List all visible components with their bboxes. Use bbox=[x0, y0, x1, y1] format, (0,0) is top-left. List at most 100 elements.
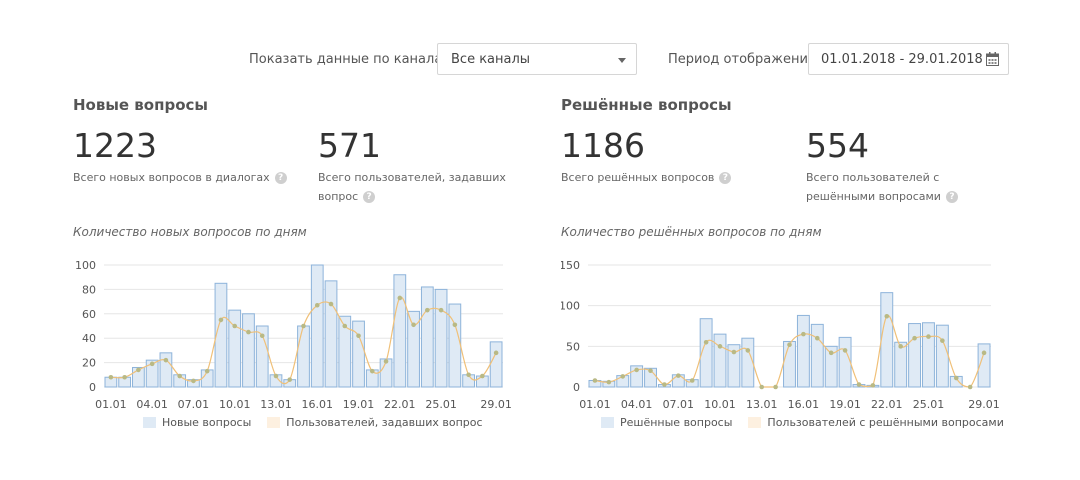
line-point bbox=[731, 349, 737, 355]
stat-value: 1186 bbox=[561, 126, 645, 165]
stat-value: 1223 bbox=[73, 126, 157, 165]
line-point bbox=[940, 338, 945, 343]
line-point bbox=[273, 373, 279, 379]
legend-swatch-bar bbox=[143, 417, 156, 428]
help-icon[interactable]: ? bbox=[719, 172, 732, 184]
bar bbox=[922, 322, 935, 388]
x-tick-label: 29.01 bbox=[968, 398, 1000, 411]
line-point bbox=[620, 374, 626, 379]
legend-label: Пользователей с решёнными вопросами bbox=[767, 416, 1004, 429]
bar bbox=[324, 280, 338, 388]
calendar-icon[interactable] bbox=[986, 52, 999, 66]
period-date-input[interactable]: 01.01.2018 - 29.01.2018 bbox=[808, 43, 1009, 75]
line-point bbox=[108, 374, 114, 380]
stat-description-text: Всего пользователей, задавших вопрос bbox=[318, 171, 506, 203]
channels-filter-label: Показать данные по каналам bbox=[249, 52, 453, 67]
stat-description: Всего новых вопросов в диалогах? bbox=[73, 168, 287, 187]
line-point bbox=[204, 368, 210, 374]
resolved-questions-chart: 0 50 100 150 01.01 04.01 07.01 10.01 13.01 16.01 1… bbox=[561, 259, 1000, 411]
line-point bbox=[717, 344, 723, 349]
y-tick-label: 150 bbox=[561, 259, 580, 272]
legend-item-line[interactable]: Пользователей, задавших вопрос bbox=[267, 416, 483, 429]
x-tick-label: 29.01 bbox=[480, 398, 512, 411]
line-point bbox=[493, 350, 499, 356]
legend-item-line[interactable]: Пользователей с решёнными вопросами bbox=[748, 416, 1004, 429]
line-point bbox=[745, 348, 751, 353]
bar bbox=[434, 288, 448, 388]
line-point bbox=[814, 335, 820, 341]
panel-title: Решённые вопросы bbox=[561, 96, 732, 114]
y-tick-label: 40 bbox=[82, 332, 96, 345]
stat-value: 571 bbox=[318, 126, 381, 165]
y-tick-label: 100 bbox=[561, 300, 580, 313]
period-date-value: 01.01.2018 - 29.01.2018 bbox=[821, 52, 983, 67]
line-point bbox=[163, 357, 169, 363]
line-point bbox=[606, 379, 612, 385]
help-icon[interactable]: ? bbox=[363, 191, 376, 203]
x-tick-label: 19.01 bbox=[829, 398, 861, 411]
chart-title: Количество решённых вопросов по дням bbox=[561, 225, 822, 239]
resolved-questions-panel: Решённые вопросы 1186 Всего решённых воп… bbox=[561, 96, 1031, 446]
x-tick-label: 16.01 bbox=[302, 398, 334, 411]
bar bbox=[810, 323, 824, 388]
line-point bbox=[981, 350, 987, 356]
line-point bbox=[842, 348, 848, 353]
legend-swatch-bar bbox=[601, 417, 614, 428]
x-tick-label: 10.01 bbox=[219, 398, 251, 411]
line-point bbox=[480, 373, 485, 379]
legend-swatch-line bbox=[267, 417, 281, 428]
bar bbox=[242, 313, 255, 388]
stat-description: Всего решённых вопросов? bbox=[561, 168, 732, 187]
help-icon[interactable]: ? bbox=[274, 172, 287, 184]
line-point bbox=[411, 322, 416, 328]
line-point bbox=[828, 350, 834, 356]
line-point bbox=[926, 334, 931, 339]
legend-label: Новые вопросы bbox=[162, 416, 252, 429]
stat-description: Всего пользователей с решёнными вопросам… bbox=[806, 168, 1006, 206]
x-tick-label: 10.01 bbox=[704, 398, 736, 411]
line-point bbox=[397, 295, 403, 301]
line-point bbox=[759, 384, 765, 390]
legend-item-bars[interactable]: Новые вопросы bbox=[143, 416, 251, 429]
line-point bbox=[912, 335, 917, 341]
bar bbox=[741, 337, 755, 388]
line-point bbox=[466, 372, 471, 378]
line-point bbox=[232, 323, 238, 329]
stat-users-asked: 571 Всего пользователей, задавших вопрос… bbox=[318, 126, 533, 206]
bar bbox=[297, 325, 310, 388]
bar bbox=[489, 341, 503, 388]
y-tick-label: 80 bbox=[82, 283, 96, 296]
chevron-down-icon bbox=[618, 58, 626, 63]
line-point bbox=[592, 378, 598, 383]
legend-swatch-line bbox=[748, 417, 762, 428]
y-tick-label: 50 bbox=[566, 340, 580, 353]
line-point bbox=[703, 339, 709, 345]
bar bbox=[214, 282, 228, 388]
line-point bbox=[342, 323, 348, 329]
stat-description-text: Всего решённых вопросов bbox=[561, 171, 715, 184]
x-tick-label: 22.01 bbox=[871, 398, 903, 411]
help-icon[interactable]: ? bbox=[945, 191, 958, 203]
bar bbox=[783, 340, 796, 388]
line-point bbox=[149, 361, 155, 367]
line-point bbox=[870, 383, 876, 388]
stat-users-resolved: 554 Всего пользователей с решёнными вопр… bbox=[806, 126, 1006, 206]
filters-bar: Показать данные по каналам Все каналы Пе… bbox=[0, 43, 1080, 77]
new-questions-chart: 0 20 40 60 80 100 01.01 04.01 07.01 10.01 13.01 16.… bbox=[75, 259, 512, 411]
x-tick-label: 01.01 bbox=[95, 398, 127, 411]
line-point bbox=[967, 384, 973, 390]
bar bbox=[908, 323, 922, 388]
chart-legend: Новые вопросы Пользователей, задавших во… bbox=[143, 416, 499, 429]
line-point bbox=[787, 342, 792, 348]
stat-total-new-questions: 1223 Всего новых вопросов в диалогах? bbox=[73, 126, 287, 187]
line-point bbox=[801, 331, 806, 337]
line-point bbox=[328, 301, 334, 307]
line-point bbox=[246, 329, 251, 335]
stat-description: Всего пользователей, задавших вопрос? bbox=[318, 168, 533, 206]
line-point bbox=[369, 368, 375, 374]
x-tick-label: 07.01 bbox=[663, 398, 695, 411]
line-point bbox=[438, 307, 444, 313]
channels-select[interactable]: Все каналы bbox=[437, 43, 637, 75]
legend-item-bars[interactable]: Решённые вопросы bbox=[601, 416, 732, 429]
line-point bbox=[218, 317, 224, 323]
